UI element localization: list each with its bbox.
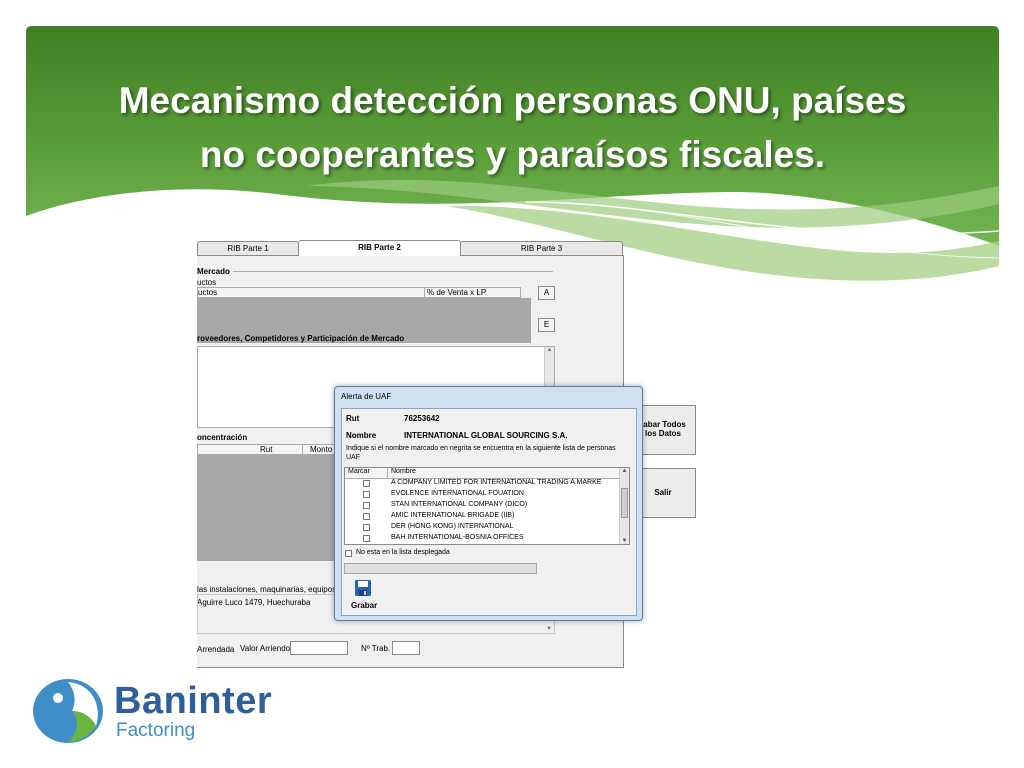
no-esta-checkbox[interactable]	[345, 550, 352, 557]
grabar-button-label[interactable]: Grabar	[351, 601, 377, 610]
nombre-value: INTERNATIONAL GLOBAL SOURCING S.A.	[404, 431, 568, 440]
column-divider	[302, 445, 303, 455]
tab-strip: RIB Parte 1 RIB Parte 2 RIB Parte 3	[197, 240, 625, 256]
rut-value: 76253642	[404, 414, 440, 423]
dialog-title: Alerta de UAF	[341, 392, 392, 401]
tab-rib-parte-2[interactable]: RIB Parte 2	[298, 240, 461, 256]
row-name: A COMPANY LIMITED FOR INTERNATIONAL TRAD…	[391, 479, 602, 486]
col-nombre: Nombre	[391, 468, 416, 475]
row-name: EVOLENCE INTERNATIONAL FOUATION	[391, 490, 524, 497]
list-item[interactable]: STAN INTERNATIONAL COMPANY (DICO)	[345, 500, 621, 511]
rut-label: Rut	[346, 414, 360, 423]
slide-title: Mecanismo detección personas ONU, países…	[26, 74, 999, 182]
slide-title-line-1: Mecanismo detección personas ONU, países	[118, 80, 907, 121]
concentracion-grid-body[interactable]	[197, 455, 337, 561]
row-checkbox[interactable]	[363, 535, 370, 542]
tab-rib-parte-1[interactable]: RIB Parte 1	[197, 241, 299, 255]
logo-brand-text: Baninter	[114, 680, 273, 722]
row-name: STAN INTERNATIONAL COMPANY (DICO)	[391, 501, 528, 508]
col-marcar: Marcar	[348, 468, 370, 475]
column-divider	[387, 468, 388, 478]
add-producto-button[interactable]: A	[538, 286, 555, 300]
edit-producto-button[interactable]: E	[538, 318, 555, 332]
instruction-line-1: Indique si el nombre marcado en negrita …	[346, 445, 616, 452]
section-mercado-title: Mercado	[197, 267, 230, 276]
row-name: DER (HONG KONG) INTERNATIONAL	[391, 523, 514, 530]
row-checkbox[interactable]	[363, 513, 370, 520]
valor-arriendo-label: Valor Arriendo	[240, 644, 291, 653]
scroll-down-arrow-icon[interactable]: ▼	[546, 626, 552, 632]
row-checkbox[interactable]	[363, 480, 370, 487]
row-checkbox[interactable]	[363, 524, 370, 531]
no-esta-label: No esta en la lista desplegada	[356, 549, 450, 556]
arrendada-label: Arrendada	[197, 645, 235, 654]
list-item[interactable]: A COMPANY LIMITED FOR INTERNATIONAL TRAD…	[345, 478, 621, 489]
list-item[interactable]: AMIC INTERNATIONAL BRIGADE (IIB)	[345, 511, 621, 522]
scroll-up-arrow-icon[interactable]: ▲	[545, 347, 554, 353]
section-divider	[233, 271, 553, 272]
productos-label: uctos	[197, 278, 217, 287]
row-name: AMIC INTERNATIONAL BRIGADE (IIB)	[391, 512, 515, 519]
tab-rib-parte-3[interactable]: RIB Parte 3	[460, 241, 623, 255]
dialog-body: Rut 76253642 Nombre INTERNATIONAL GLOBAL…	[341, 408, 637, 616]
grid-col-productos: uctos	[198, 288, 218, 297]
scroll-up-arrow-icon[interactable]: ▲	[620, 468, 629, 474]
grid-col-venta: % de Venta x LP	[427, 288, 487, 297]
list-item[interactable]: EVOLENCE INTERNATIONAL FOUATION	[345, 489, 621, 500]
grid2-col-rut: Rut	[260, 445, 273, 454]
uaf-alert-dialog: Alerta de UAF Rut 76253642 Nombre INTERN…	[334, 386, 643, 621]
nombre-label: Nombre	[346, 431, 377, 440]
n-trab-label: Nº Trab.	[361, 644, 391, 653]
row-name: BAH INTERNATIONAL-BOSNIA OFFICES	[391, 534, 524, 541]
valor-arriendo-input[interactable]	[290, 641, 348, 655]
column-divider	[424, 288, 425, 298]
scroll-thumb[interactable]	[621, 488, 628, 518]
status-progress-bar	[344, 563, 537, 574]
row-checkbox[interactable]	[363, 491, 370, 498]
uaf-list: Marcar Nombre A COMPANY LIMITED FOR INTE…	[344, 467, 630, 545]
salir-label: Salir	[654, 488, 672, 497]
row-checkbox[interactable]	[363, 502, 370, 509]
concentracion-grid-header: Rut Monto V	[197, 444, 340, 455]
productos-grid-header: uctos % de Venta x LP	[197, 287, 521, 298]
scroll-down-arrow-icon[interactable]: ▼	[620, 538, 629, 544]
instalaciones-label: las instalaciones, maquinarias, equipos …	[197, 585, 350, 594]
list-item[interactable]: BAH INTERNATIONAL-BOSNIA OFFICES	[345, 533, 621, 544]
section-concentracion-title: oncentración	[197, 433, 248, 442]
list-item[interactable]: DER (HONG KONG) INTERNATIONAL	[345, 522, 621, 533]
section-proveedores-title: roveedores, Competidores y Participación…	[197, 334, 405, 343]
instruction-line-2: UAF	[346, 454, 360, 461]
n-trab-input[interactable]	[392, 641, 420, 655]
logo-sub-text: Factoring	[116, 720, 196, 741]
slide-title-line-2: no cooperantes y paraísos fiscales.	[199, 134, 826, 175]
floppy-disk-icon[interactable]	[354, 579, 372, 597]
uaf-list-scrollbar[interactable]: ▲ ▼	[619, 468, 629, 544]
baninter-logo-icon	[32, 678, 104, 744]
